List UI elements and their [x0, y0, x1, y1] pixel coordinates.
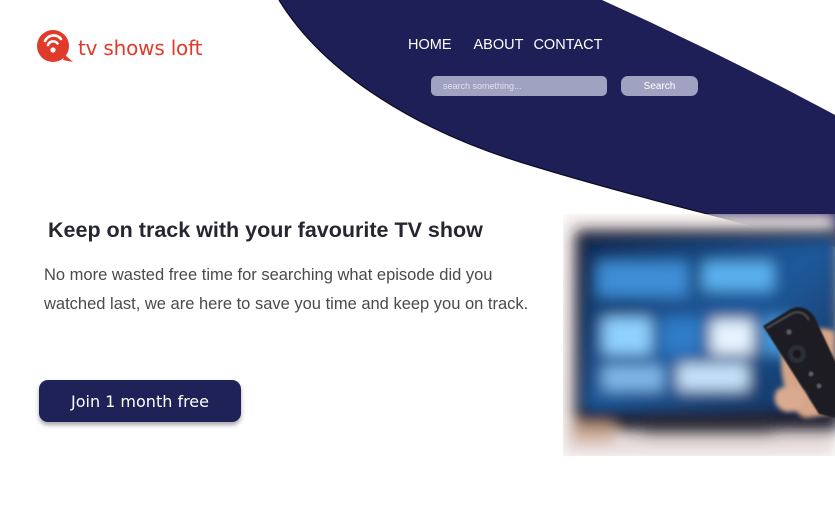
brand-logo[interactable]: tv shows loft	[36, 29, 202, 65]
hero-description: No more wasted free time for searching w…	[44, 266, 529, 313]
nav-home-link[interactable]: HOME	[408, 37, 452, 53]
broadcast-logo-icon	[37, 30, 73, 62]
landing-page: tv shows loft HOME ABOUT CONTACT Search …	[0, 0, 835, 530]
brand-name: tv shows loft	[78, 36, 203, 60]
search-input[interactable]	[431, 76, 607, 96]
search-button[interactable]: Search	[621, 76, 698, 96]
join-free-button[interactable]: Join 1 month free	[39, 380, 241, 422]
nav-contact-link[interactable]: CONTACT	[533, 37, 602, 53]
main-nav: HOME ABOUT CONTACT	[408, 37, 602, 53]
hero-title: Keep on track with your favourite TV sho…	[48, 218, 483, 242]
nav-about-link[interactable]: ABOUT	[474, 37, 524, 53]
tv-remote-photo	[563, 214, 835, 456]
